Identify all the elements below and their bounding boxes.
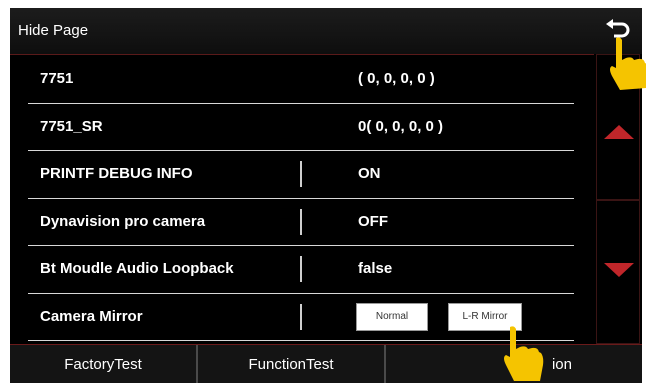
- bottom-tab-bar: FactoryTest FunctionTest ion: [10, 344, 642, 383]
- row-label: Bt Moudle Audio Loopback: [40, 260, 234, 277]
- tab-factory-test[interactable]: FactoryTest: [10, 345, 198, 383]
- audio-loopback-toggle[interactable]: false: [358, 260, 392, 277]
- row-value: ( 0, 0, 0, 0 ): [358, 70, 435, 87]
- row-value: 0( 0, 0, 0, 0 ): [358, 117, 444, 135]
- list-item: 7751 ( 0, 0, 0, 0 ): [28, 56, 574, 104]
- screen: Hide Page 7751 ( 0, 0, 0, 0 ) 7751_SR 0(…: [10, 8, 642, 383]
- row-label: PRINTF DEBUG INFO: [40, 165, 193, 182]
- list-item: 7751_SR 0( 0, 0, 0, 0 ): [28, 104, 574, 151]
- row-label: Dynavision pro camera: [40, 212, 206, 230]
- row-divider: [300, 161, 302, 187]
- pointing-hand-icon: [610, 37, 646, 90]
- row-divider: [300, 303, 302, 330]
- tab-function-test[interactable]: FunctionTest: [198, 345, 386, 383]
- printf-debug-toggle[interactable]: ON: [358, 165, 381, 182]
- dynavision-camera-toggle[interactable]: OFF: [358, 213, 388, 230]
- settings-list: 7751 ( 0, 0, 0, 0 ) 7751_SR 0( 0, 0, 0, …: [28, 56, 574, 341]
- header-bar: Hide Page: [10, 8, 642, 55]
- pointing-hand-icon: [504, 326, 544, 381]
- mirror-normal-button[interactable]: Normal: [356, 302, 428, 331]
- list-item[interactable]: Bt Moudle Audio Loopback false: [28, 246, 574, 294]
- row-divider: [300, 208, 302, 235]
- arrow-down-icon: [604, 263, 634, 277]
- row-label: 7751: [40, 70, 74, 87]
- arrow-up-icon: [604, 125, 634, 139]
- list-item[interactable]: Dynavision pro camera OFF: [28, 199, 574, 246]
- list-item[interactable]: PRINTF DEBUG INFO ON: [28, 151, 574, 199]
- page-title: Hide Page: [18, 22, 89, 39]
- scroll-panel: [594, 54, 642, 344]
- row-label: 7751_SR: [40, 117, 103, 135]
- row-divider: [300, 256, 302, 282]
- scroll-down-button[interactable]: [596, 200, 640, 344]
- row-label: Camera Mirror: [40, 307, 143, 325]
- list-item: Camera Mirror Normal L-R Mirror: [28, 294, 574, 341]
